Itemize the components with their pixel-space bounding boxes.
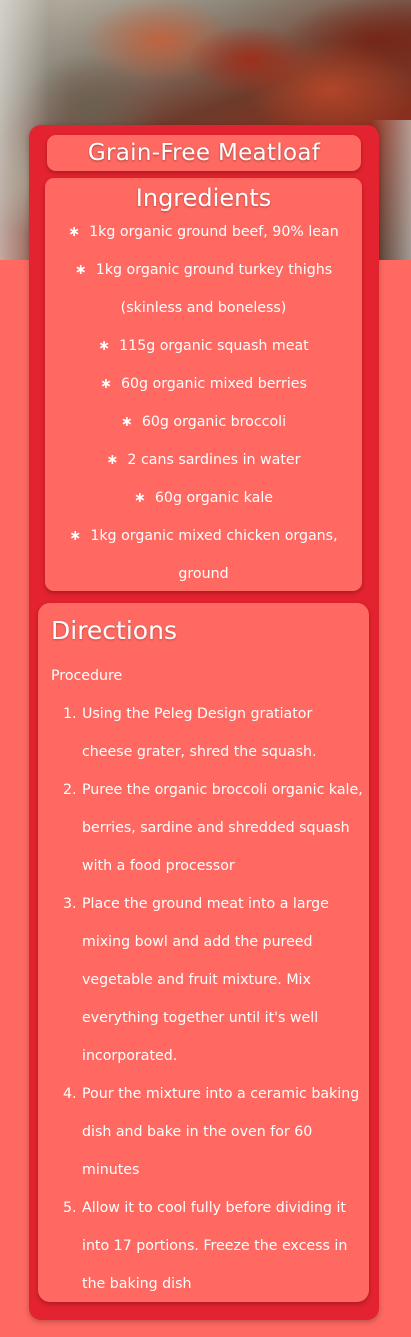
asterisk-icon: ∗ xyxy=(69,528,82,544)
directions-heading: Directions xyxy=(51,616,177,645)
direction-step: Using the Peleg Design gratiator cheese … xyxy=(81,695,364,771)
asterisk-icon: ∗ xyxy=(100,376,112,392)
asterisk-icon: ∗ xyxy=(98,338,111,354)
ingredient-item: ∗ 1kg organic ground beef, 90% lean xyxy=(51,213,356,251)
directions-section: Directions Procedure Using the Peleg Des… xyxy=(38,603,369,1302)
asterisk-icon: ∗ xyxy=(74,262,87,278)
recipe-title: Grain-Free Meatloaf xyxy=(47,135,361,171)
ingredients-list: ∗ 1kg organic ground beef, 90% lean ∗ 1kg … xyxy=(45,213,362,593)
ingredient-text: 60g organic mixed berries xyxy=(120,376,307,392)
ingredient-text: 1kg organic ground turkey thighs (skinle… xyxy=(95,262,333,316)
directions-list: Using the Peleg Design gratiator cheese … xyxy=(38,695,364,1303)
ingredient-item: ∗ 60g organic kale xyxy=(51,479,356,517)
ingredient-item: ∗ 1kg organic mixed chicken organs, groun… xyxy=(51,517,356,593)
direction-step: Puree the organic broccoli organic kale,… xyxy=(81,771,364,885)
recipe-card: Grain-Free Meatloaf Ingredients ∗ 1kg org… xyxy=(29,125,379,1320)
ingredient-text: 2 cans sardines in water xyxy=(127,452,301,468)
ingredient-item: ∗ 1kg organic ground turkey thighs (skinl… xyxy=(51,251,356,327)
ingredient-item: ∗ 60g organic broccoli xyxy=(51,403,356,441)
ingredient-text: 60g organic broccoli xyxy=(141,414,287,430)
asterisk-icon: ∗ xyxy=(120,414,133,430)
ingredient-text: 1kg organic ground beef, 90% lean xyxy=(89,224,339,240)
ingredient-text: 115g organic squash meat xyxy=(119,338,309,354)
direction-step: Pour the mixture into a ceramic baking d… xyxy=(81,1075,364,1189)
ingredient-item: ∗ 115g organic squash meat xyxy=(51,327,356,365)
asterisk-icon: ∗ xyxy=(106,452,119,468)
ingredients-section: Ingredients ∗ 1kg organic ground beef, 90… xyxy=(45,178,362,591)
ingredients-heading: Ingredients xyxy=(135,184,272,212)
procedure-label: Procedure xyxy=(51,668,123,684)
ingredient-item: ∗ 2 cans sardines in water xyxy=(51,441,356,479)
direction-step: Allow it to cool fully before dividing i… xyxy=(81,1189,364,1303)
asterisk-icon: ∗ xyxy=(134,490,146,506)
ingredient-text: 1kg organic mixed chicken organs, ground xyxy=(90,528,338,582)
ingredient-item: ∗ 60g organic mixed berries xyxy=(51,365,356,403)
ingredient-text: 60g organic kale xyxy=(154,490,273,506)
asterisk-icon: ∗ xyxy=(68,224,81,240)
direction-step: Place the ground meat into a large mixin… xyxy=(81,885,364,1075)
